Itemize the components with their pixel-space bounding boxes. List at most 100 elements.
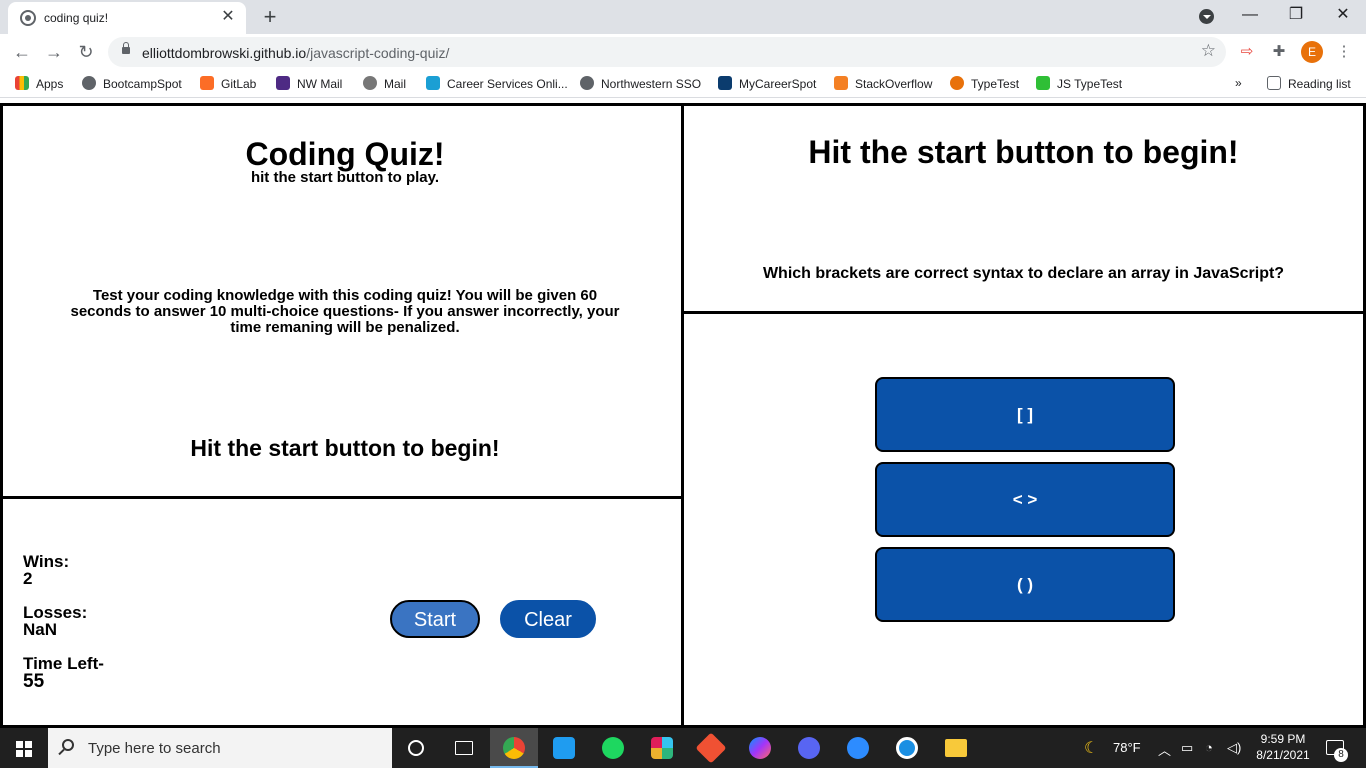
volume-icon[interactable]: ◁) bbox=[1227, 740, 1241, 756]
battery-icon[interactable]: ▭ bbox=[1181, 740, 1193, 756]
bookmark-mycareerspot[interactable]: MyCareerSpot bbox=[718, 76, 816, 91]
file-explorer-taskbar-icon[interactable] bbox=[932, 728, 980, 768]
gitlab-icon bbox=[200, 76, 214, 90]
bookmark-js-typetest[interactable]: JS TypeTest bbox=[1036, 76, 1122, 91]
bookmark-label: Career Services Onli... bbox=[447, 77, 568, 91]
messenger-taskbar-icon[interactable] bbox=[736, 728, 784, 768]
bookmark-star-icon[interactable]: ☆ bbox=[1201, 41, 1216, 61]
reading-list-button[interactable]: Reading list bbox=[1267, 76, 1351, 91]
bookmark-label: NW Mail bbox=[297, 77, 343, 91]
wins-label: Wins: bbox=[23, 552, 70, 571]
bookmarks-bar: Apps BootcampSpot GitLab NW Mail Mail Ca… bbox=[0, 70, 1366, 98]
question-heading: Hit the start button to begin! bbox=[808, 134, 1239, 170]
wins-value: 2 bbox=[23, 569, 33, 588]
clear-button[interactable]: Clear bbox=[500, 600, 596, 638]
tab-search-icon[interactable] bbox=[1199, 9, 1214, 24]
bookmark-label: StackOverflow bbox=[855, 77, 933, 91]
northwestern-n-icon bbox=[276, 76, 290, 90]
taskbar-clock[interactable]: 9:59 PM 8/21/2021 bbox=[1248, 731, 1318, 763]
cs-icon bbox=[718, 76, 732, 90]
address-bar[interactable]: elliottdombrowski.github.io/javascript-c… bbox=[108, 37, 1226, 67]
answers-panel: [ ] < > ( ) bbox=[681, 311, 1366, 728]
losses-value: NaN bbox=[23, 620, 58, 639]
extension-cast-icon[interactable]: ⇨ bbox=[1237, 42, 1257, 62]
new-tab-button[interactable]: + bbox=[258, 4, 282, 30]
task-view-icon[interactable] bbox=[440, 728, 488, 768]
page-subtitle: hit the start button to play. bbox=[250, 169, 440, 186]
windows-start-icon[interactable] bbox=[16, 741, 32, 757]
browser-tabstrip: coding quiz! ✕ + — ❐ ✕ bbox=[0, 0, 1366, 34]
intro-call-to-action: Hit the start button to begin! bbox=[190, 435, 500, 461]
vscode-taskbar-icon[interactable] bbox=[540, 728, 588, 768]
answer-button-3[interactable]: ( ) bbox=[875, 547, 1175, 622]
intro-description: Test your coding knowledge with this cod… bbox=[70, 287, 620, 336]
wifi-icon[interactable]: ◔ bbox=[1205, 740, 1213, 755]
bookmark-label: BootcampSpot bbox=[103, 77, 182, 91]
profile-avatar[interactable]: E bbox=[1301, 41, 1323, 63]
url-text[interactable]: elliottdombrowski.github.io/javascript-c… bbox=[142, 45, 449, 61]
notification-count-badge: 8 bbox=[1334, 748, 1348, 762]
answer-button-2[interactable]: < > bbox=[875, 462, 1175, 537]
zoom-taskbar-icon[interactable] bbox=[834, 728, 882, 768]
weather-moon-icon[interactable]: ☾ bbox=[1084, 738, 1098, 758]
slack-taskbar-icon[interactable] bbox=[638, 728, 686, 768]
forward-arrow-icon[interactable]: → bbox=[42, 40, 66, 64]
chrome-menu-icon[interactable]: ⋮ bbox=[1334, 42, 1354, 62]
reload-icon[interactable]: ↻ bbox=[74, 40, 98, 64]
show-hidden-icons-chevron-icon[interactable]: ︿ bbox=[1158, 740, 1171, 759]
quiz-page: Coding Quiz! hit the start button to pla… bbox=[0, 103, 1366, 728]
spotify-taskbar-icon[interactable] bbox=[589, 728, 637, 768]
bookmark-label: Northwestern SSO bbox=[601, 77, 702, 91]
close-tab-icon[interactable]: ✕ bbox=[218, 7, 238, 27]
bookmark-label: JS TypeTest bbox=[1057, 77, 1123, 91]
page-title: Coding Quiz! bbox=[245, 136, 445, 172]
bookmark-typetest[interactable]: TypeTest bbox=[950, 76, 1019, 91]
answer-button-1[interactable]: [ ] bbox=[875, 377, 1175, 452]
reading-list-icon bbox=[1267, 76, 1281, 90]
bookmark-northwestern-sso[interactable]: Northwestern SSO bbox=[580, 76, 701, 91]
weather-temperature[interactable]: 78°F bbox=[1113, 740, 1141, 755]
git-taskbar-icon[interactable] bbox=[687, 728, 735, 768]
typetest-icon bbox=[950, 76, 964, 90]
losses-label: Losses: bbox=[23, 603, 88, 622]
discord-taskbar-icon[interactable] bbox=[785, 728, 833, 768]
chrome-taskbar-icon[interactable] bbox=[490, 728, 538, 768]
search-icon bbox=[62, 739, 74, 751]
url-host: elliottdombrowski.github.io bbox=[142, 45, 307, 61]
windows-taskbar: Type here to search ☾ 78°F ︿ ▭ ◔ ◁) 9:59… bbox=[0, 728, 1366, 768]
lock-icon bbox=[122, 42, 130, 54]
start-button[interactable]: Start bbox=[390, 600, 480, 638]
globe-icon bbox=[580, 76, 594, 90]
cortana-icon[interactable] bbox=[392, 728, 440, 768]
bookmark-stackoverflow[interactable]: StackOverflow bbox=[834, 76, 932, 91]
question-panel: Hit the start button to begin! Which bra… bbox=[681, 103, 1366, 314]
minimize-window-icon[interactable]: — bbox=[1227, 0, 1273, 32]
time-left-label: Time Left- bbox=[23, 654, 104, 673]
clock-time: 9:59 PM bbox=[1260, 732, 1306, 746]
taskbar-search-box[interactable]: Type here to search bbox=[48, 728, 392, 768]
clock-date: 8/21/2021 bbox=[1256, 748, 1310, 762]
cs-icon bbox=[426, 76, 440, 90]
time-left-value: 55 bbox=[23, 671, 45, 692]
bookmark-nw-mail[interactable]: NW Mail bbox=[276, 76, 342, 91]
scoreboard-panel: Wins: 2 Losses: NaN Time Left- 55 Start … bbox=[0, 496, 684, 728]
browser-toolbar: ← → ↻ elliottdombrowski.github.io/javasc… bbox=[0, 34, 1366, 70]
bookmark-career-services[interactable]: Career Services Onli... bbox=[426, 76, 568, 91]
close-window-icon[interactable]: ✕ bbox=[1320, 0, 1366, 32]
back-arrow-icon[interactable]: ← bbox=[10, 40, 34, 64]
bookmark-bootcampspot[interactable]: BootcampSpot bbox=[82, 76, 182, 91]
bookmark-label: TypeTest bbox=[971, 77, 1020, 91]
intro-panel: Coding Quiz! hit the start button to pla… bbox=[0, 103, 684, 499]
bookmarks-overflow-button[interactable]: » bbox=[1235, 76, 1242, 90]
app-taskbar-icon[interactable] bbox=[883, 728, 931, 768]
bookmark-label: GitLab bbox=[221, 77, 257, 91]
browser-tab[interactable]: coding quiz! ✕ bbox=[8, 2, 246, 34]
apple-icon bbox=[363, 76, 377, 90]
bookmark-gitlab[interactable]: GitLab bbox=[200, 76, 256, 91]
restore-window-icon[interactable]: ❐ bbox=[1273, 0, 1319, 32]
bookmark-apps[interactable]: Apps bbox=[15, 76, 63, 91]
extensions-puzzle-icon[interactable]: ✚ bbox=[1269, 42, 1289, 62]
bookmark-label: Apps bbox=[36, 77, 64, 91]
search-placeholder: Type here to search bbox=[88, 740, 221, 757]
bookmark-mail[interactable]: Mail bbox=[363, 76, 406, 91]
